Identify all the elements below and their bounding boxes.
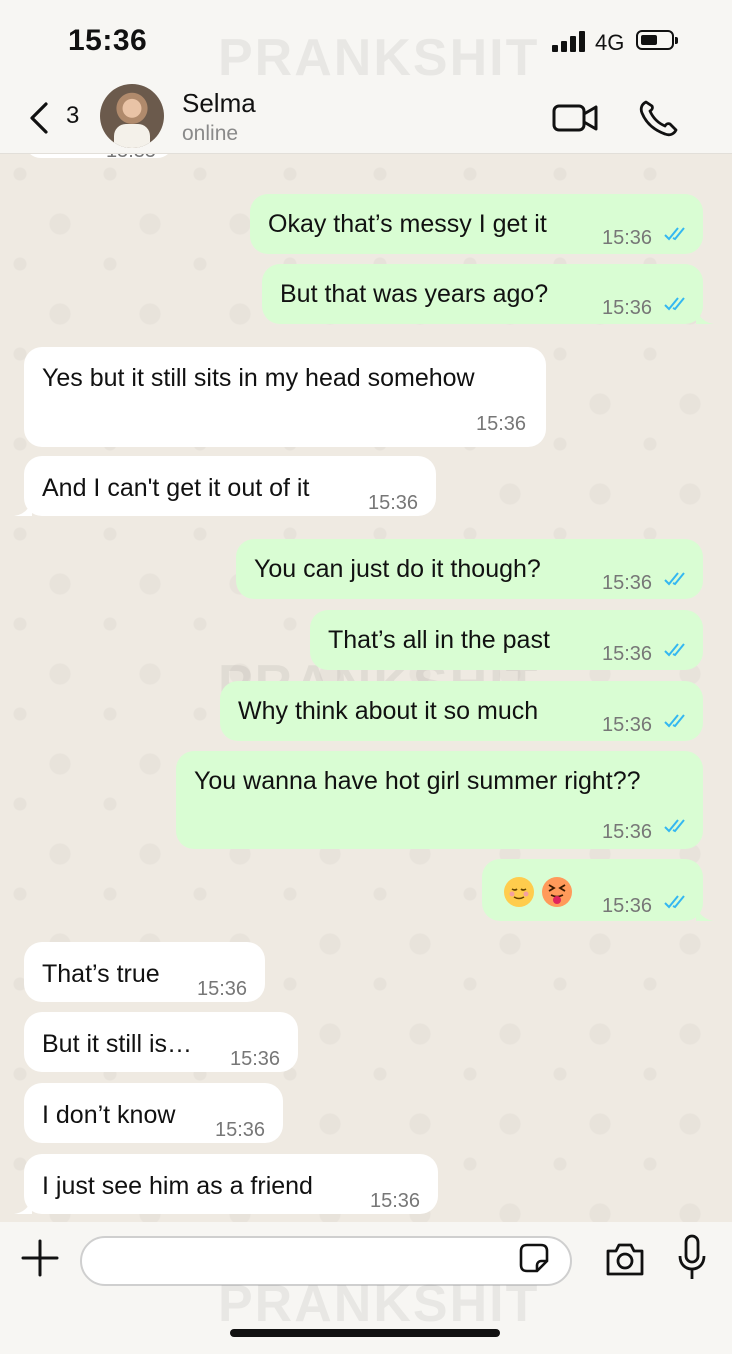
partial-message: 15:35 <box>24 154 174 162</box>
message-outgoing[interactable]: That’s all in the past 15:36 <box>310 610 703 670</box>
message-outgoing[interactable]: You can just do it though? 15:36 <box>236 539 703 599</box>
message-text: I just see him as a friend <box>42 1172 313 1200</box>
microphone-icon[interactable] <box>676 1234 708 1282</box>
squinting-tongue-emoji <box>542 877 572 907</box>
camera-icon[interactable] <box>604 1240 646 1278</box>
message-incoming[interactable]: And I can't get it out of it 15:36 <box>24 456 436 516</box>
contact-status: online <box>182 122 239 145</box>
double-check-icon <box>664 297 685 311</box>
message-outgoing[interactable]: Okay that’s messy I get it 15:36 <box>250 194 703 254</box>
message-text: Okay that’s messy I get it <box>268 210 547 238</box>
bubble-tail <box>14 500 32 516</box>
double-check-icon <box>664 895 685 909</box>
message-outgoing[interactable]: But that was years ago? 15:36 <box>262 264 703 324</box>
double-check-icon <box>664 572 685 586</box>
double-check-icon <box>664 643 685 657</box>
sticker-icon[interactable] <box>518 1242 550 1274</box>
message-text: That’s true <box>42 960 160 988</box>
message-incoming[interactable]: I don’t know 15:36 <box>24 1083 283 1143</box>
message-time: 15:36 <box>602 895 653 917</box>
message-time: 15:36 <box>215 1119 266 1141</box>
message-incoming[interactable]: I just see him as a friend 15:36 <box>24 1154 438 1214</box>
message-incoming[interactable]: But it still is… 15:36 <box>24 1012 298 1072</box>
message-text: I don’t know <box>42 1101 176 1129</box>
message-time: 15:36 <box>230 1048 281 1070</box>
message-text: That’s all in the past <box>328 626 550 654</box>
message-text: And I can't get it out of it <box>42 474 310 502</box>
network-type: 4G <box>595 30 625 55</box>
message-time: 15:36 <box>368 492 419 514</box>
message-time: 15:36 <box>602 643 653 665</box>
back-chevron-icon[interactable] <box>22 98 62 138</box>
message-time: 15:36 <box>602 572 653 594</box>
message-outgoing[interactable]: 15:36 <box>482 859 703 921</box>
partial-timestamp: 15:35 <box>106 154 156 166</box>
chat-area[interactable]: PRANKSHIT 15:35 Okay that’s messy I get … <box>0 154 732 1222</box>
message-time: 15:36 <box>370 1190 421 1212</box>
message-time: 15:36 <box>602 821 653 843</box>
double-check-icon <box>664 227 685 241</box>
bubble-tail <box>696 308 714 324</box>
message-time: 15:36 <box>602 714 653 736</box>
message-text: But it still is… <box>42 1030 193 1058</box>
battery-icon <box>636 30 678 50</box>
home-indicator[interactable] <box>230 1329 500 1337</box>
unread-count[interactable]: 3 <box>66 102 79 130</box>
status-time: 15:36 <box>68 24 148 57</box>
message-outgoing[interactable]: You wanna have hot girl summer right?? 1… <box>176 751 703 849</box>
message-time: 15:36 <box>476 413 527 435</box>
double-check-icon <box>664 714 685 728</box>
message-time: 15:36 <box>602 297 653 319</box>
status-bar: 15:36 4G <box>0 0 732 80</box>
message-time: 15:36 <box>197 978 248 1000</box>
message-time: 15:36 <box>602 227 653 249</box>
message-text: You can just do it though? <box>254 555 541 583</box>
message-text: Why think about it so much <box>238 697 539 725</box>
double-check-icon <box>664 819 685 833</box>
message-outgoing[interactable]: Why think about it so much 15:36 <box>220 681 703 741</box>
avatar[interactable] <box>100 84 164 148</box>
message-input[interactable] <box>80 1236 572 1286</box>
contact-name[interactable]: Selma <box>182 88 256 119</box>
message-incoming[interactable]: Yes but it still sits in my head somehow… <box>24 347 546 447</box>
plus-icon[interactable] <box>20 1238 60 1278</box>
video-call-icon[interactable] <box>552 98 600 138</box>
signal-icon <box>552 30 588 52</box>
relieved-face-emoji <box>504 877 534 907</box>
bubble-tail <box>696 905 714 921</box>
bubble-tail <box>14 1198 32 1214</box>
phone-icon[interactable] <box>636 98 684 138</box>
message-incoming[interactable]: That’s true 15:36 <box>24 942 265 1002</box>
message-text: But that was years ago? <box>280 280 549 308</box>
message-text: Yes but it still sits in my head somehow <box>42 364 475 392</box>
chat-header: 3 Selma online <box>0 80 732 154</box>
message-text: You wanna have hot girl summer right?? <box>194 767 641 795</box>
